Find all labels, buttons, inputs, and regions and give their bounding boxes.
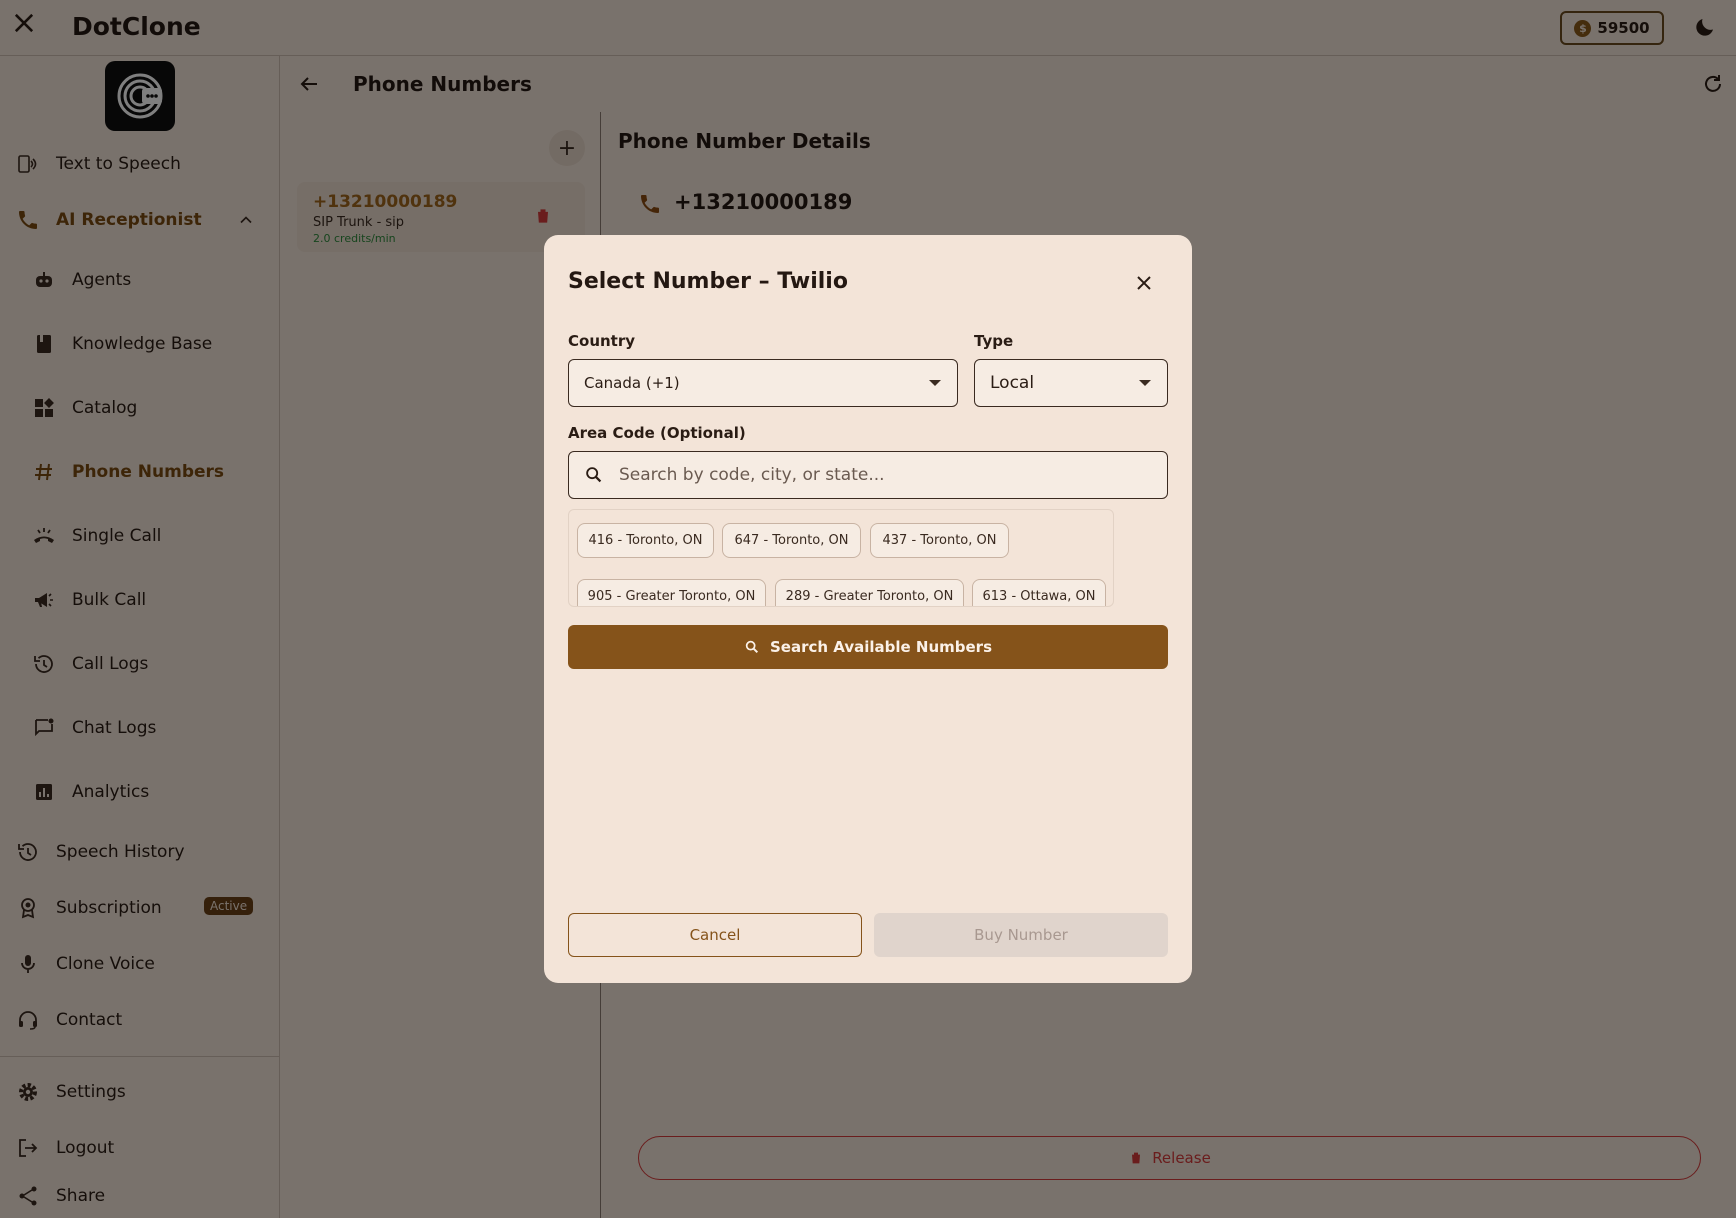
area-code-label: Area Code (Optional) [568, 424, 746, 442]
area-code-chip[interactable]: 647 - Toronto, ON [722, 523, 861, 558]
type-label: Type [974, 332, 1014, 350]
dialog-title: Select Number – Twilio [568, 269, 848, 294]
area-code-suggestions: 416 - Toronto, ON 647 - Toronto, ON 437 … [568, 509, 1114, 607]
search-available-numbers-button[interactable]: Search Available Numbers [568, 625, 1168, 669]
area-code-chip[interactable]: 289 - Greater Toronto, ON [775, 579, 964, 606]
search-icon [586, 467, 602, 483]
area-code-input[interactable] [619, 462, 1139, 488]
caret-down-icon [1139, 380, 1151, 386]
country-value: Canada (+1) [584, 374, 680, 392]
close-icon[interactable] [1132, 271, 1156, 295]
cancel-button[interactable]: Cancel [568, 913, 862, 957]
type-select[interactable]: Local [974, 359, 1168, 407]
area-code-chip[interactable]: 613 - Ottawa, ON [972, 579, 1106, 606]
buy-number-button[interactable]: Buy Number [874, 913, 1168, 957]
country-select[interactable]: Canada (+1) [568, 359, 958, 407]
select-number-dialog: Select Number – Twilio Country Canada (+… [544, 235, 1192, 983]
caret-down-icon [929, 380, 941, 386]
area-code-search[interactable] [568, 451, 1168, 499]
search-button-label: Search Available Numbers [769, 638, 993, 656]
country-label: Country [568, 332, 636, 350]
area-code-chip[interactable]: 437 - Toronto, ON [870, 523, 1009, 558]
search-icon [745, 640, 759, 654]
area-code-chip[interactable]: 416 - Toronto, ON [577, 523, 714, 558]
type-value: Local [990, 373, 1035, 393]
area-code-chip[interactable]: 905 - Greater Toronto, ON [577, 579, 766, 606]
